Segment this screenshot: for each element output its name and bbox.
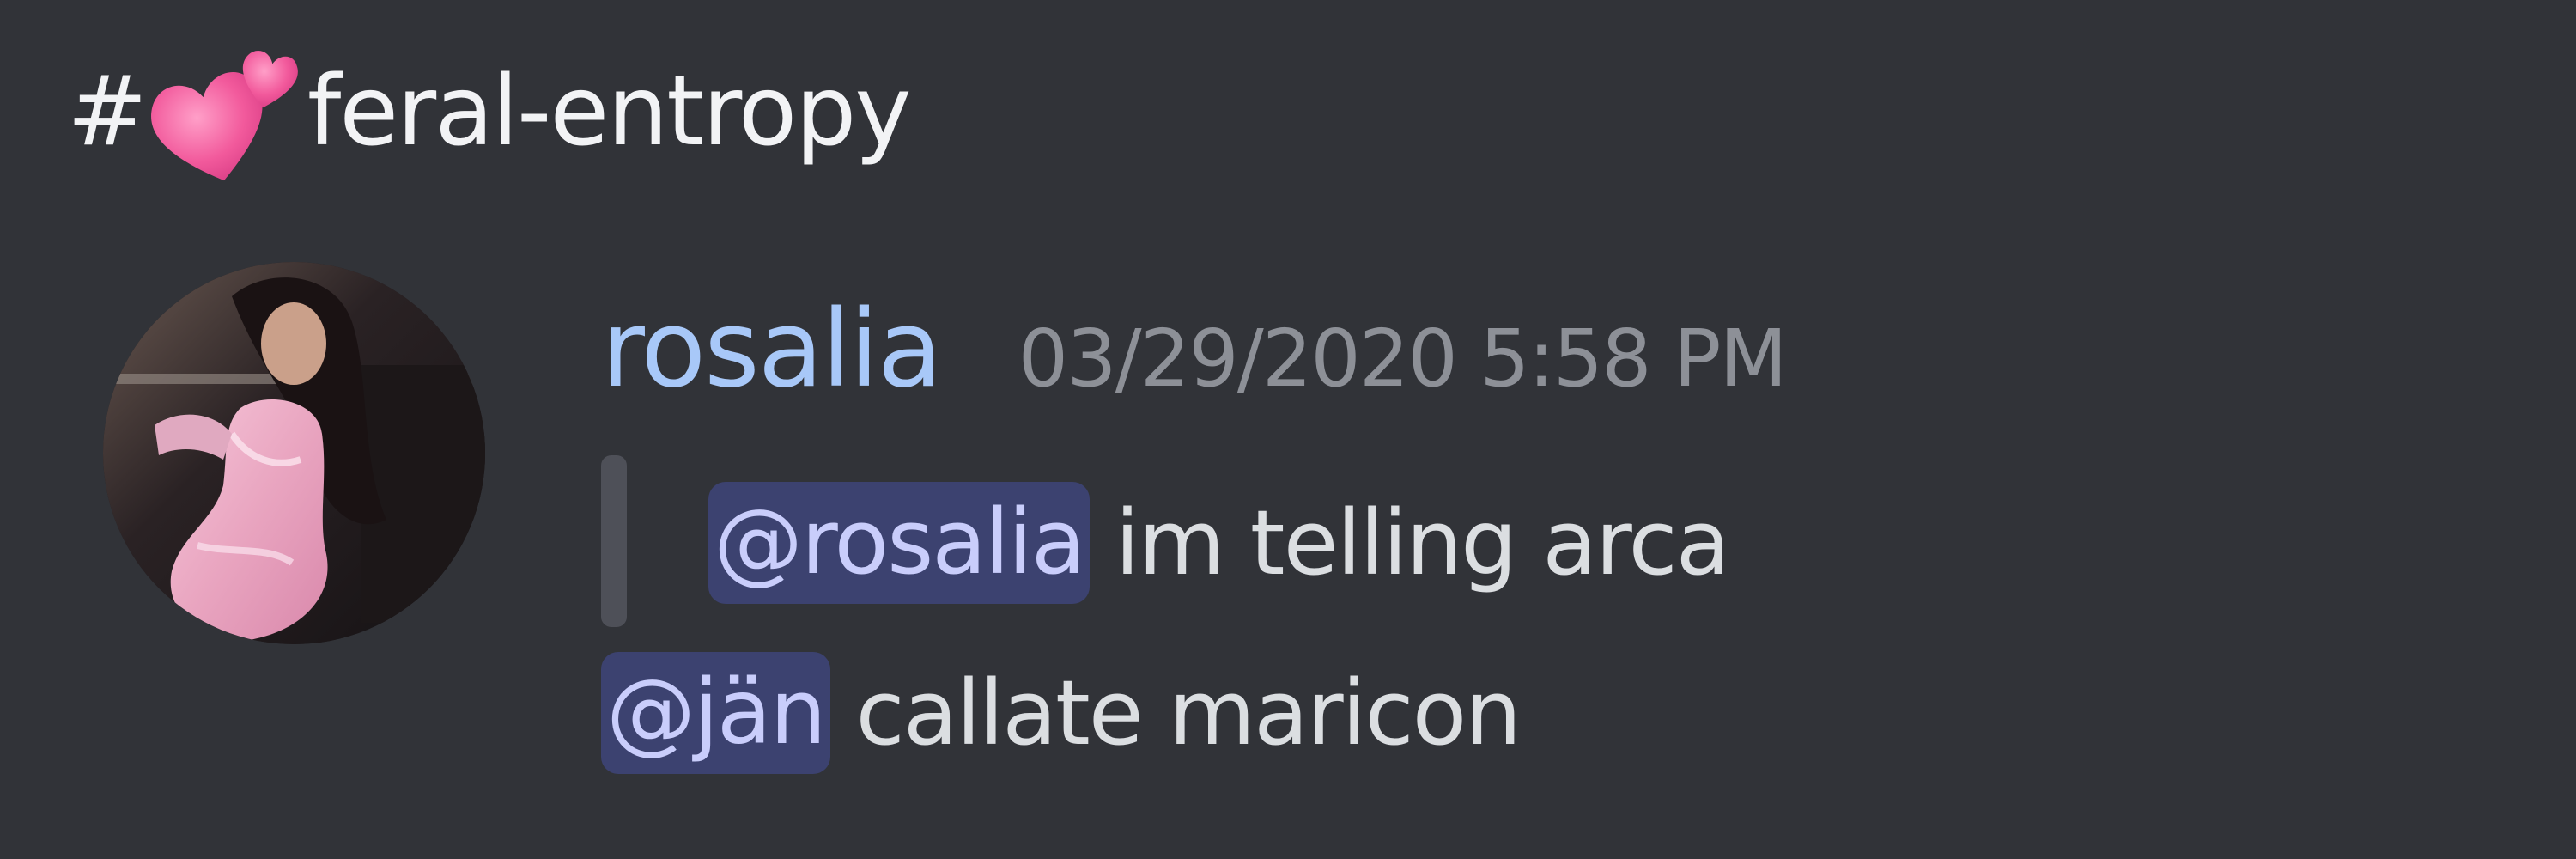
user-avatar[interactable] xyxy=(103,262,485,644)
mention-jan[interactable]: @jän xyxy=(601,651,830,774)
message-header: rosalia 03/29/2020 5:58 PM xyxy=(601,296,1788,417)
avatar-image xyxy=(103,262,485,644)
quoted-text: im telling arca xyxy=(1115,490,1731,595)
mention-rosalia[interactable]: @rosalia xyxy=(708,482,1090,604)
message-text: callate maricon xyxy=(855,660,1522,765)
message-timestamp[interactable]: 03/29/2020 5:58 PM xyxy=(1018,320,1788,399)
channel-name: feral-entropy xyxy=(307,56,912,168)
channel-header[interactable]: # feral-entropy xyxy=(67,34,912,189)
quote-bar xyxy=(601,455,627,627)
message-body: @jän callate maricon xyxy=(601,634,1522,791)
two-hearts-icon xyxy=(150,34,299,189)
quoted-message: @rosalia im telling arca xyxy=(708,458,1731,628)
username[interactable]: rosalia xyxy=(601,296,943,403)
channel-hash-icon: # xyxy=(67,56,148,168)
